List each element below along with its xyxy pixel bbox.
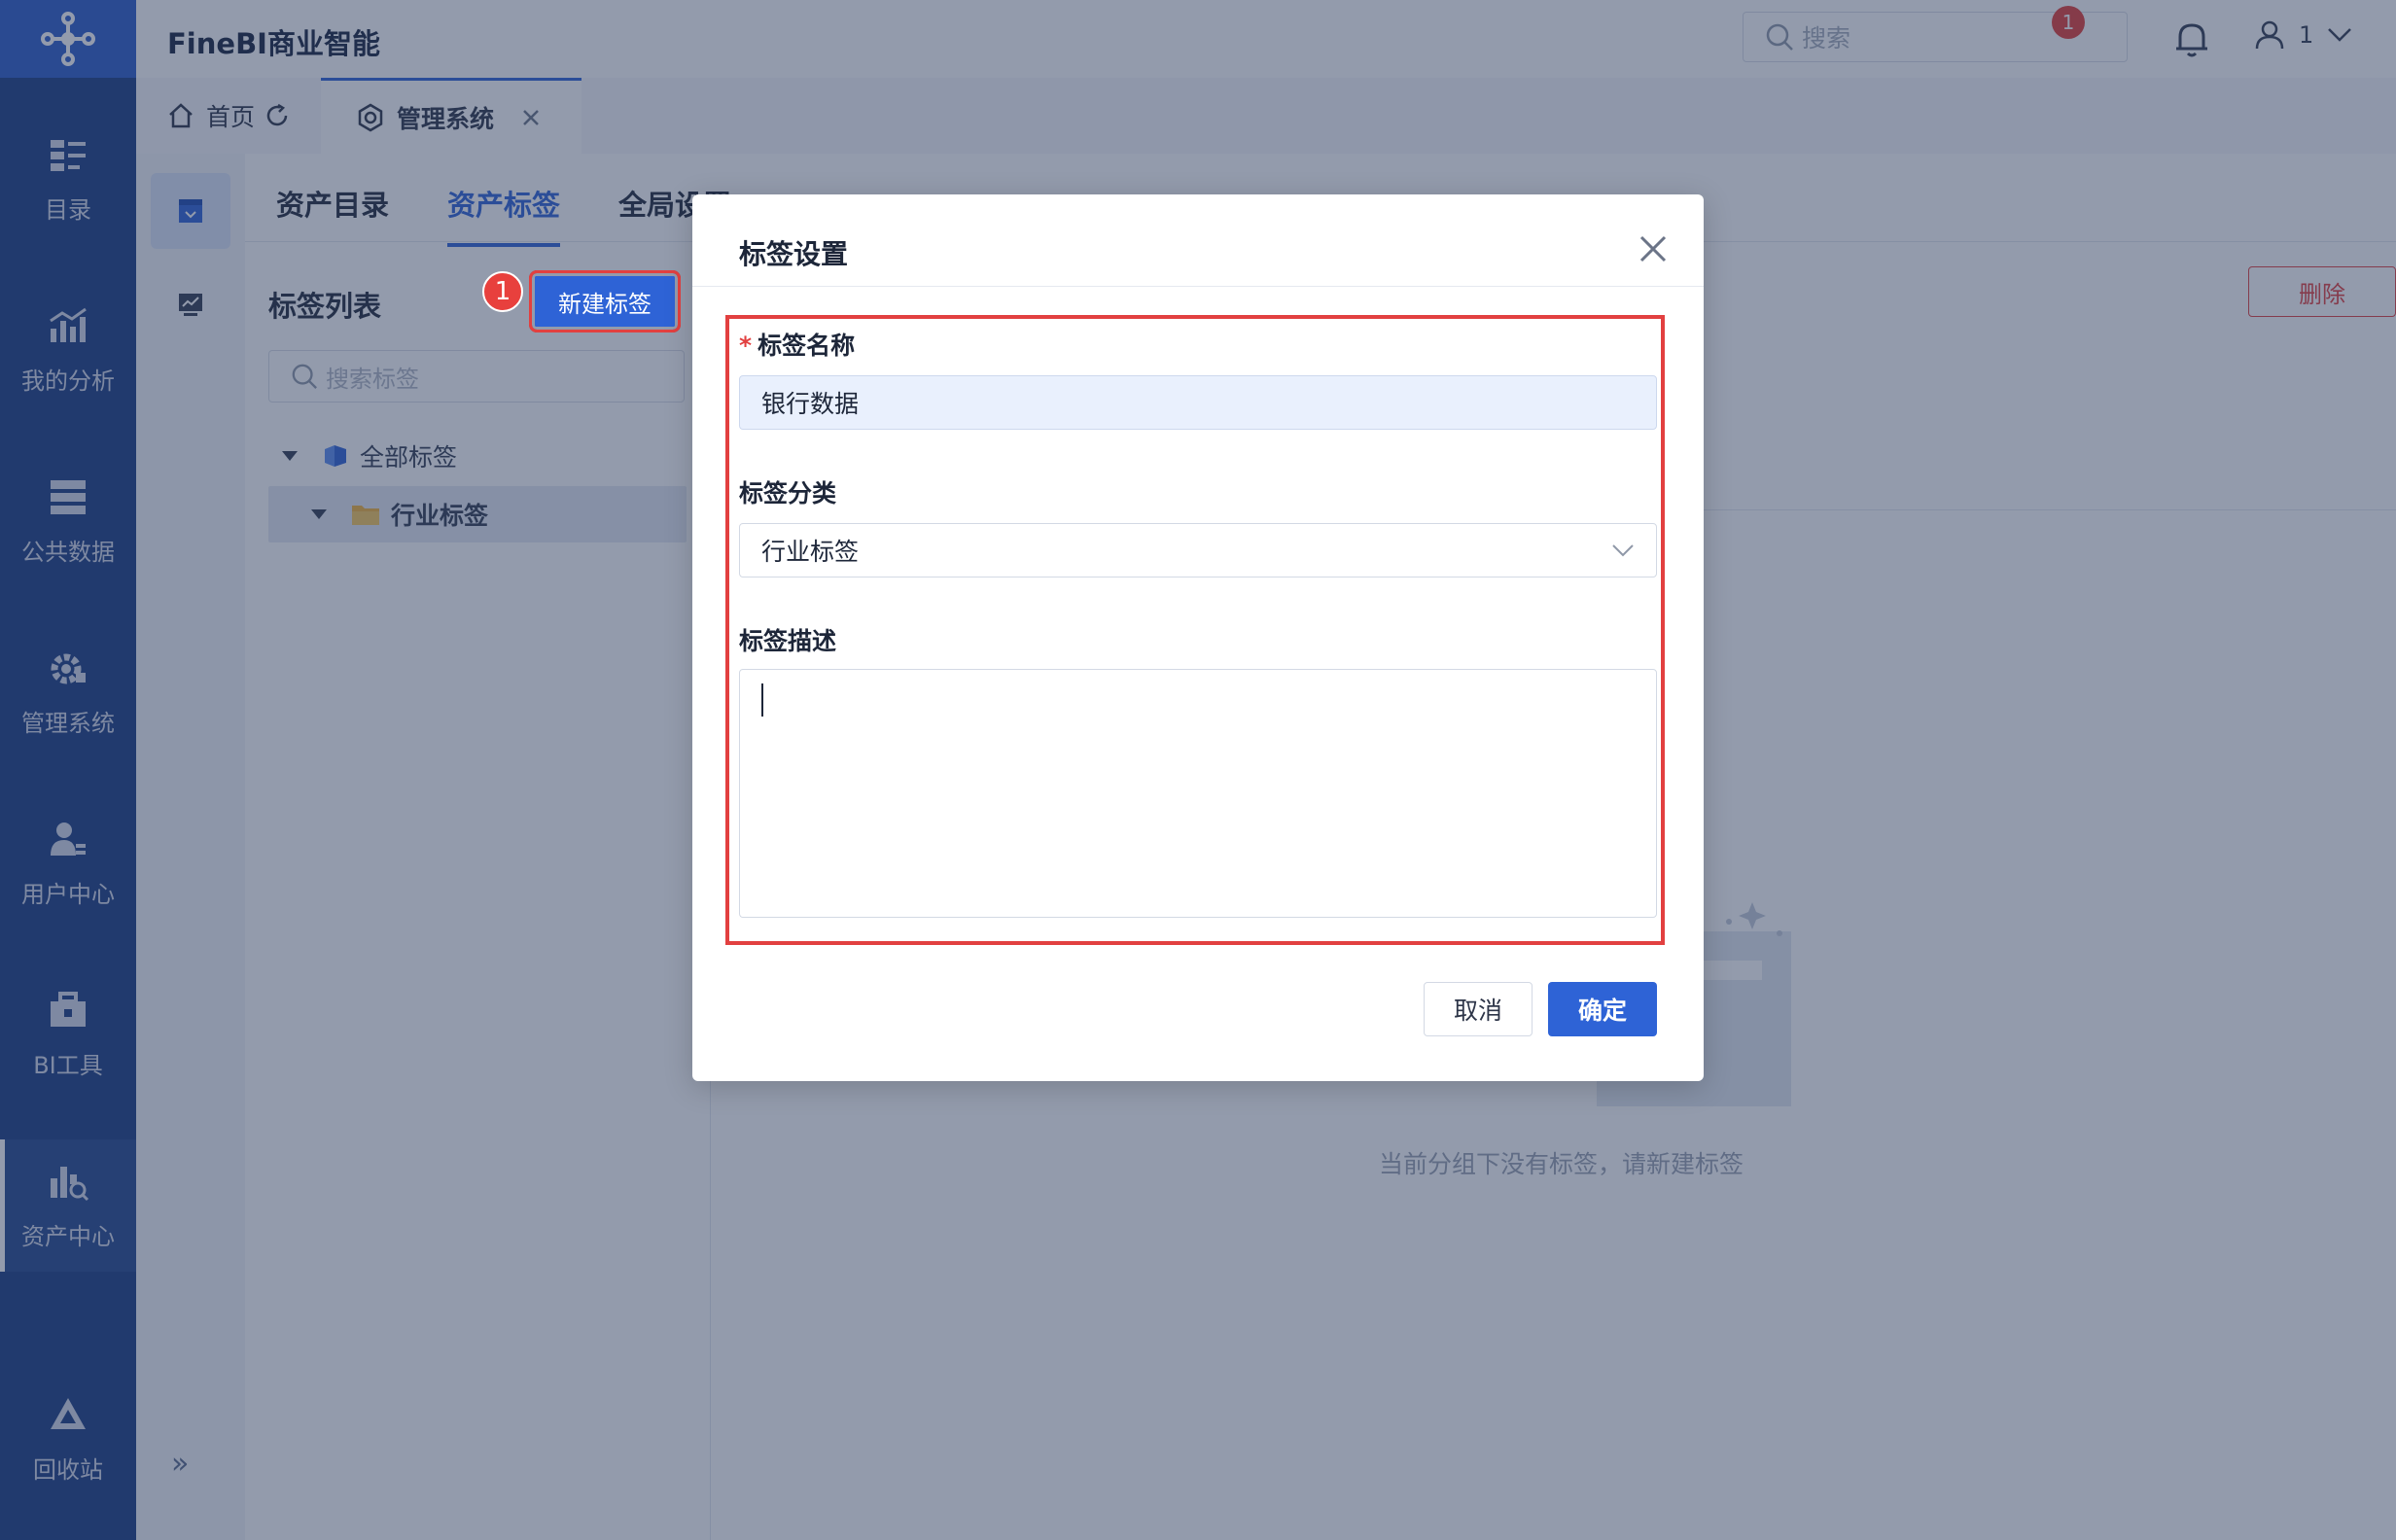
tag-name-label-text: 标签名称: [758, 332, 856, 360]
tag-settings-dialog: 标签设置 * 标签名称 银行数据 标签分类 行业标签 标签描述 取消 确定: [692, 194, 1704, 1081]
step-marker-1: 1: [482, 271, 523, 312]
required-mark: *: [739, 332, 753, 360]
tag-name-input[interactable]: 银行数据: [739, 375, 1657, 430]
tag-category-value: 行业标签: [761, 538, 860, 566]
tag-description-textarea[interactable]: [739, 669, 1657, 918]
text-cursor: [761, 683, 763, 717]
confirm-button[interactable]: 确定: [1548, 982, 1657, 1036]
tag-name-label: * 标签名称: [739, 327, 855, 362]
chevron-down-icon: [1612, 544, 1634, 557]
dialog-divider: [692, 286, 1704, 287]
new-tag-button-highlight[interactable]: 新建标签: [529, 270, 681, 332]
close-icon[interactable]: [1634, 229, 1673, 268]
tag-category-label: 标签分类: [739, 479, 837, 508]
tag-category-select[interactable]: 行业标签: [739, 523, 1657, 578]
cancel-button[interactable]: 取消: [1424, 982, 1533, 1036]
tag-description-label: 标签描述: [739, 627, 837, 655]
dialog-title: 标签设置: [739, 238, 849, 270]
tag-name-value: 银行数据: [761, 390, 860, 418]
